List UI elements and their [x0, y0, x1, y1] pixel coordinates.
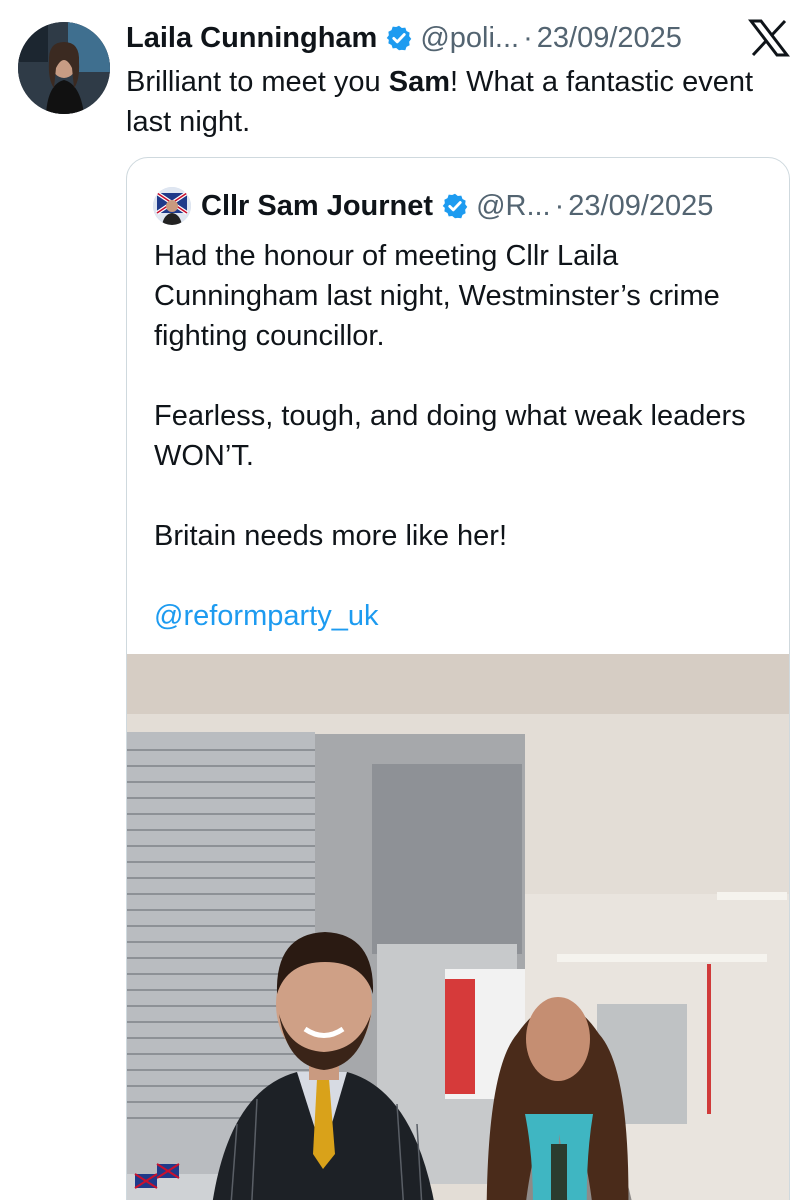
quoted-post-date[interactable]: 23/09/2025: [568, 190, 713, 223]
post-text-bold: Sam: [388, 66, 450, 98]
mention-link[interactable]: @reformparty_uk: [154, 600, 378, 632]
office-photo-image: [127, 654, 789, 1200]
post-header: Laila Cunningham @poli... · 23/09/2025: [126, 18, 766, 58]
author-avatar-image: [18, 22, 110, 114]
post-date[interactable]: 23/09/2025: [537, 22, 682, 55]
quoted-header-separator: ·: [554, 189, 565, 222]
quoted-paragraph-1: Had the honour of meeting Cllr Laila Cun…: [154, 240, 720, 352]
author-avatar[interactable]: [18, 22, 110, 114]
verified-badge-icon: [387, 25, 412, 51]
quoted-author-name[interactable]: Cllr Sam Journet: [201, 190, 433, 223]
quoted-author-avatar[interactable]: [153, 187, 191, 225]
x-logo-icon[interactable]: [748, 18, 790, 58]
header-separator: ·: [523, 21, 533, 54]
quoted-author-handle[interactable]: @R...: [476, 190, 551, 223]
quoted-post-photo[interactable]: [127, 654, 789, 1200]
post-text: Brilliant to meet you Sam! What a fantas…: [126, 62, 766, 142]
post-text-start: Brilliant to meet you: [126, 66, 389, 98]
quoted-post-text: Had the honour of meeting Cllr Laila Cun…: [154, 236, 764, 636]
quoted-post-header: Cllr Sam Journet @R... · 23/09/2025: [153, 187, 713, 225]
author-name[interactable]: Laila Cunningham: [126, 22, 377, 55]
quoted-paragraph-3: Britain needs more like her!: [154, 520, 507, 552]
quoted-paragraph-2: Fearless, tough, and doing what weak lea…: [154, 400, 746, 472]
quoted-post-card[interactable]: Cllr Sam Journet @R... · 23/09/2025 Had …: [126, 157, 790, 1200]
quoted-avatar-image: [153, 187, 191, 225]
author-handle[interactable]: @poli...: [420, 22, 519, 55]
verified-badge-icon: [442, 193, 468, 219]
